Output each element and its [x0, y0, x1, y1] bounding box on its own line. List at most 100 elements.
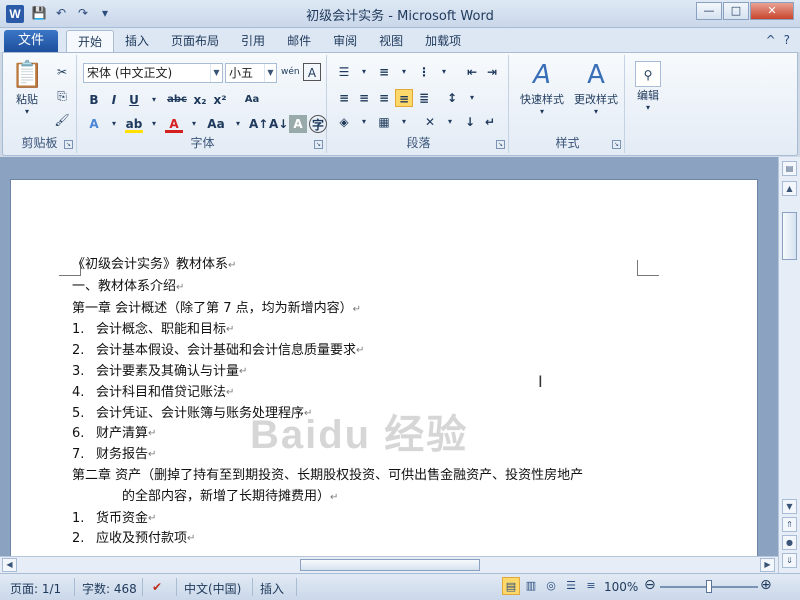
underline-icon[interactable]: U: [125, 91, 143, 109]
tab-home[interactable]: 开始: [66, 30, 115, 52]
language-indicator[interactable]: 中文(中国): [184, 580, 241, 597]
minimize-button[interactable]: —: [696, 2, 722, 20]
subscript-icon[interactable]: x₂: [191, 91, 209, 109]
list-item: 2. 应收及预付款项 ↵: [72, 531, 196, 547]
paste-button[interactable]: 📋 粘贴 ▾: [9, 59, 45, 116]
section-heading: 一、教材体系介绍↵: [72, 278, 185, 294]
ribbon: 📋 粘贴 ▾ ✂ ⎘ 🖌 剪贴板 ↘ 宋体 (中文正文) ▼ 小五 ▼ wén …: [2, 52, 798, 156]
zoom-in-icon[interactable]: ⊕: [760, 577, 772, 593]
tab-insert[interactable]: 插入: [114, 30, 160, 52]
scroll-up-icon[interactable]: ▲: [782, 181, 797, 196]
format-painter-icon[interactable]: 🖌: [53, 111, 71, 129]
ribbon-tabs: 文件 开始 插入 页面布局 引用 邮件 审阅 视图 加载项 ^ ?: [0, 28, 800, 52]
window-title: 初级会计实务 - Microsoft Word: [306, 9, 494, 24]
status-bar: 页面: 1/1 字数: 468 ✔ 中文(中国) 插入 ▤ ▥ ◎ ☰ ≡ 10…: [0, 573, 800, 600]
decrease-indent-icon[interactable]: ⇤: [463, 63, 481, 81]
phonetic-guide-icon[interactable]: wén: [281, 63, 300, 81]
sort-icon[interactable]: ↓: [461, 113, 479, 131]
next-page-icon[interactable]: ⇓: [782, 553, 797, 568]
zoom-level[interactable]: 100%: [604, 580, 638, 594]
ruler-toggle-icon[interactable]: ▤: [782, 161, 797, 176]
align-center-icon[interactable]: ≡: [355, 89, 373, 107]
cut-icon[interactable]: ✂: [53, 63, 71, 81]
line-spacing-icon[interactable]: ↕: [443, 89, 461, 107]
proofing-icon[interactable]: ✔: [152, 580, 162, 594]
show-marks-icon[interactable]: ↵: [481, 113, 499, 131]
clear-formatting-icon[interactable]: Aa: [243, 91, 261, 109]
tab-mailings[interactable]: 邮件: [276, 30, 322, 52]
insert-mode[interactable]: 插入: [260, 580, 284, 597]
browse-object-icon[interactable]: ●: [782, 535, 797, 550]
web-layout-icon[interactable]: ◎: [542, 577, 560, 595]
bold-icon[interactable]: B: [85, 91, 103, 109]
print-layout-icon[interactable]: ▤: [502, 577, 520, 595]
superscript-icon[interactable]: x²: [211, 91, 229, 109]
tab-file[interactable]: 文件: [4, 30, 58, 52]
text-effects-icon[interactable]: A: [85, 115, 103, 133]
list-item: 2. 会计基本假设、会计基础和会计信息质量要求 ↵: [72, 343, 365, 359]
horizontal-scrollbar[interactable]: ◀ ▶: [0, 556, 778, 573]
chevron-down-icon[interactable]: ▼: [210, 64, 222, 82]
outline-icon[interactable]: ☰: [562, 577, 580, 595]
tab-page-layout[interactable]: 页面布局: [160, 30, 230, 52]
tab-addins[interactable]: 加载项: [414, 30, 472, 52]
styles-launcher-icon[interactable]: ↘: [612, 140, 621, 149]
chapter-heading-continuation: 的全部内容，新增了长期待摊费用）↵: [122, 488, 339, 504]
highlight-icon[interactable]: ab: [125, 115, 143, 133]
minimize-ribbon-icon[interactable]: ^: [766, 33, 776, 47]
chinese-layout-icon[interactable]: ✕: [421, 113, 439, 131]
multilevel-list-icon[interactable]: ⋮: [415, 63, 433, 81]
copy-icon[interactable]: ⎘: [53, 87, 71, 105]
previous-page-icon[interactable]: ⇑: [782, 517, 797, 532]
shading-icon[interactable]: ◈: [335, 113, 353, 131]
tab-view[interactable]: 视图: [368, 30, 414, 52]
clipboard-launcher-icon[interactable]: ↘: [64, 140, 73, 149]
paragraph-group-label: 段落: [406, 136, 431, 150]
scroll-left-icon[interactable]: ◀: [2, 558, 17, 572]
close-button[interactable]: ✕: [750, 2, 794, 20]
font-name-combo[interactable]: 宋体 (中文正文) ▼: [83, 63, 223, 83]
font-size-combo[interactable]: 小五 ▼: [225, 63, 277, 83]
char-border-icon[interactable]: A: [303, 63, 321, 81]
distributed-icon[interactable]: ≣: [415, 89, 433, 107]
zoom-out-icon[interactable]: ⊖: [644, 577, 656, 593]
quick-styles-button[interactable]: A 快速样式 ▾: [515, 59, 569, 116]
increase-indent-icon[interactable]: ⇥: [483, 63, 501, 81]
shrink-font-icon[interactable]: A↓: [269, 115, 288, 133]
full-screen-reading-icon[interactable]: ▥: [522, 577, 540, 595]
chevron-down-icon[interactable]: ▼: [264, 64, 276, 82]
editing-button[interactable]: ⚲ 编辑 ▾: [631, 61, 665, 112]
tab-references[interactable]: 引用: [230, 30, 276, 52]
page-count[interactable]: 页面: 1/1: [10, 580, 61, 597]
scroll-right-icon[interactable]: ▶: [760, 558, 775, 572]
font-color-icon[interactable]: A: [165, 115, 183, 133]
vertical-scroll-thumb[interactable]: [782, 212, 797, 260]
borders-icon[interactable]: ▦: [375, 113, 393, 131]
change-styles-button[interactable]: A 更改样式 ▾: [569, 59, 623, 116]
maximize-button[interactable]: □: [723, 2, 749, 20]
vertical-scrollbar[interactable]: ▤ ▲ ▼ ⇑ ● ⇓: [778, 157, 800, 573]
change-case-icon[interactable]: Aa: [205, 115, 227, 133]
numbering-icon[interactable]: ≡: [375, 63, 393, 81]
char-shading-icon[interactable]: A: [289, 115, 307, 133]
grow-font-icon[interactable]: A↑: [249, 115, 268, 133]
draft-icon[interactable]: ≡: [582, 577, 600, 595]
enclose-char-icon[interactable]: 字: [309, 115, 327, 133]
align-left-icon[interactable]: ≡: [335, 89, 353, 107]
help-icon[interactable]: ?: [784, 33, 790, 47]
justify-icon[interactable]: ≡: [395, 89, 413, 107]
italic-icon[interactable]: I: [105, 91, 123, 109]
zoom-slider-thumb[interactable]: [706, 580, 712, 593]
strikethrough-icon[interactable]: abc: [165, 91, 189, 109]
paragraph-launcher-icon[interactable]: ↘: [496, 140, 505, 149]
align-right-icon[interactable]: ≡: [375, 89, 393, 107]
horizontal-scroll-thumb[interactable]: [300, 559, 480, 571]
tab-review[interactable]: 审阅: [322, 30, 368, 52]
styles-group-label: 样式: [555, 136, 580, 150]
list-item: 1. 会计概念、职能和目标 ↵: [72, 322, 235, 338]
font-launcher-icon[interactable]: ↘: [314, 140, 323, 149]
scroll-down-icon[interactable]: ▼: [782, 499, 797, 514]
word-count[interactable]: 字数: 468: [82, 580, 137, 597]
bullets-icon[interactable]: ☰: [335, 63, 353, 81]
baidu-watermark: Baidu 经验: [250, 413, 469, 457]
